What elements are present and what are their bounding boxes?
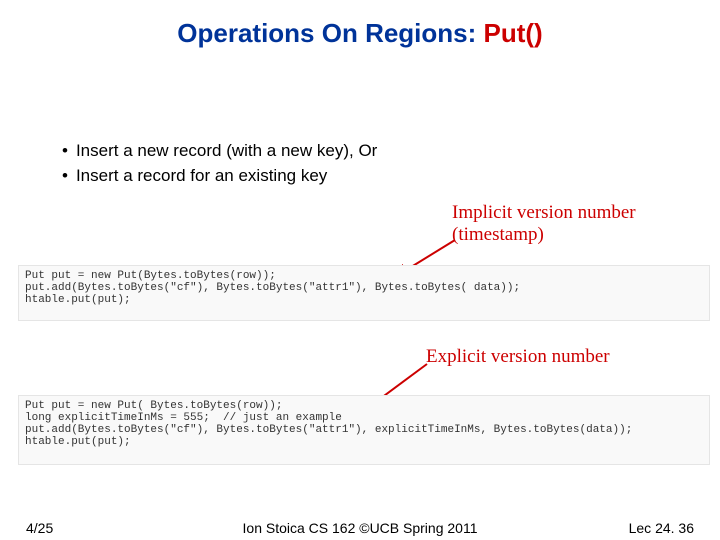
bullet-text: Insert a new record (with a new key), Or	[76, 141, 377, 160]
bullet-icon: •	[62, 141, 68, 160]
annotation-line: Implicit version number	[452, 202, 720, 224]
code-block-explicit: Put put = new Put( Bytes.toBytes(row)); …	[18, 395, 710, 465]
annotation-explicit: Explicit version number	[426, 346, 706, 368]
bullet-icon: •	[62, 166, 68, 185]
code-text: Put put = new Put( Bytes.toBytes(row)); …	[25, 400, 632, 448]
footer-page: Lec 24. 36	[629, 520, 694, 536]
code-text: Put put = new Put(Bytes.toBytes(row)); p…	[25, 270, 520, 306]
bullet-item: • Insert a new record (with a new key), O…	[62, 140, 377, 163]
slide: Operations On Regions: Put() • Insert a n…	[0, 0, 720, 540]
title-main: Operations On Regions:	[177, 18, 483, 48]
annotation-implicit: Implicit version number (timestamp)	[452, 202, 720, 246]
title-accent: Put()	[484, 18, 543, 48]
bullet-item: • Insert a record for an existing key	[62, 165, 377, 188]
footer-attribution: Ion Stoica CS 162 ©UCB Spring 2011	[0, 520, 720, 536]
bullet-text: Insert a record for an existing key	[76, 166, 327, 185]
annotation-line: Explicit version number	[426, 346, 610, 367]
code-block-implicit: Put put = new Put(Bytes.toBytes(row)); p…	[18, 265, 710, 321]
slide-title: Operations On Regions: Put()	[0, 18, 720, 49]
bullet-list: • Insert a new record (with a new key), O…	[62, 140, 377, 190]
annotation-line: (timestamp)	[452, 224, 720, 246]
